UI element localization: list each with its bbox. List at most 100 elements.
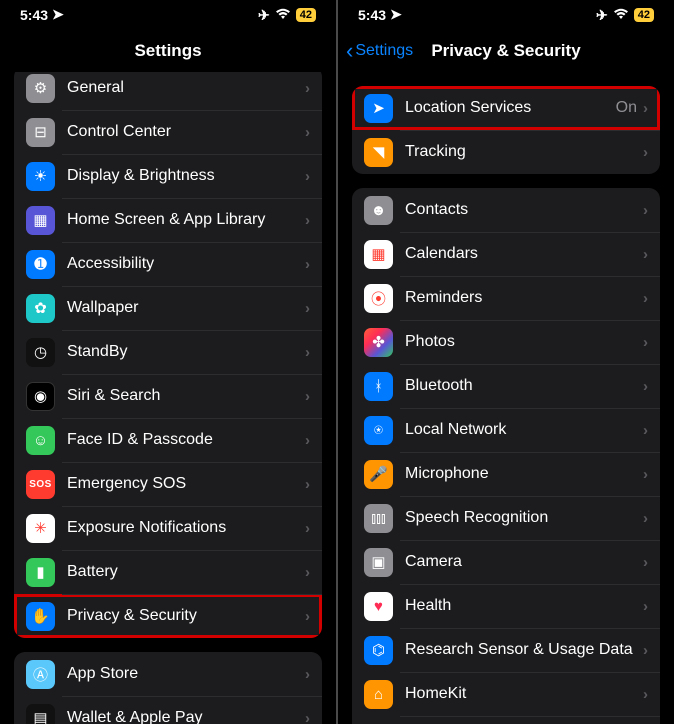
privacy-homekit[interactable]: ⌂ HomeKit› — [352, 672, 660, 716]
privacy-photos[interactable]: ✤Photos› — [352, 320, 660, 364]
sliders-icon: ⊟ — [26, 118, 55, 147]
bluetooth-icon: ᚼ — [364, 372, 393, 401]
nav-header: ‹ Settings Privacy & Security — [338, 30, 674, 72]
chevron-right-icon: › — [643, 378, 648, 395]
settings-app-store[interactable]: ⒶApp Store› — [14, 652, 322, 696]
battery-indicator: 42 — [634, 8, 654, 22]
settings-list[interactable]: ⚙General›⊟Control Center›☀Display & Brig… — [0, 72, 336, 724]
status-bar: 5:43 ➤ ✈ 42 — [0, 0, 336, 30]
back-button[interactable]: ‹ Settings — [346, 40, 413, 62]
row-label: Location Services — [405, 99, 616, 117]
chevron-right-icon: › — [305, 344, 310, 361]
row-label: Exposure Notifications — [67, 519, 305, 537]
privacy-local-network[interactable]: ⍟Local Network› — [352, 408, 660, 452]
page-title: Privacy & Security — [431, 41, 580, 61]
reminders-icon: ⦿ — [364, 284, 393, 313]
settings-emergency-sos[interactable]: SOSEmergency SOS› — [14, 462, 322, 506]
chevron-right-icon: › — [305, 710, 310, 724]
chevron-right-icon: › — [305, 564, 310, 581]
chevron-right-icon: › — [305, 388, 310, 405]
row-label: Siri & Search — [67, 387, 305, 405]
privacy-bluetooth[interactable]: ᚼBluetooth› — [352, 364, 660, 408]
privacy-speech-recognition[interactable]: ⫾⫾⫾ Speech Recognition› — [352, 496, 660, 540]
chevron-right-icon: › — [643, 686, 648, 703]
settings-group: ➤Location ServicesOn›◥Tracking› — [352, 86, 660, 174]
settings-wallet-apple-pay[interactable]: ▤ Wallet & Apple Pay› — [14, 696, 322, 724]
row-label: Health — [405, 597, 643, 615]
row-label: Calendars — [405, 245, 643, 263]
settings-accessibility[interactable]: ➊Accessibility› — [14, 242, 322, 286]
chevron-right-icon: › — [643, 334, 648, 351]
wifi-icon — [275, 7, 291, 23]
status-time: 5:43 — [20, 7, 48, 23]
home-icon: ⌂ — [364, 680, 393, 709]
privacy-contacts[interactable]: ☻Contacts› — [352, 188, 660, 232]
chevron-right-icon: › — [643, 290, 648, 307]
row-label: HomeKit — [405, 685, 643, 703]
chevron-right-icon: › — [643, 466, 648, 483]
row-label: Home Screen & App Library — [67, 211, 305, 229]
chevron-right-icon: › — [643, 100, 648, 117]
network-icon: ⍟ — [364, 416, 393, 445]
chevron-right-icon: › — [305, 80, 310, 97]
settings-battery[interactable]: ▮Battery› — [14, 550, 322, 594]
chevron-right-icon: › — [643, 510, 648, 527]
chevron-right-icon: › — [305, 168, 310, 185]
flower-icon: ✿ — [26, 294, 55, 323]
settings-exposure-notifications[interactable]: ✳Exposure Notifications› — [14, 506, 322, 550]
settings-group: ⚙General›⊟Control Center›☀Display & Brig… — [14, 72, 322, 638]
status-bar: 5:43 ➤ ✈ 42 — [338, 0, 674, 30]
settings-standby[interactable]: ◷StandBy› — [14, 330, 322, 374]
location-indicator-icon: ➤ — [390, 6, 402, 23]
sun-icon: ☀ — [26, 162, 55, 191]
chevron-right-icon: › — [305, 520, 310, 537]
grid-icon: ▦ — [26, 206, 55, 235]
settings-faceid-passcode[interactable]: ☺Face ID & Passcode› — [14, 418, 322, 462]
nav-header: Settings — [0, 30, 336, 72]
privacy-research-sensor[interactable]: ⌬Research Sensor & Usage Data› — [352, 628, 660, 672]
chevron-left-icon: ‹ — [346, 40, 353, 62]
sos-icon: SOS — [26, 470, 55, 499]
siri-icon: ◉ — [26, 382, 55, 411]
settings-control-center[interactable]: ⊟Control Center› — [14, 110, 322, 154]
settings-siri-search[interactable]: ◉ Siri & Search› — [14, 374, 322, 418]
settings-display-brightness[interactable]: ☀Display & Brightness› — [14, 154, 322, 198]
row-label: Wallpaper — [67, 299, 305, 317]
row-label: General — [67, 79, 305, 97]
privacy-location-services[interactable]: ➤Location ServicesOn› — [352, 86, 660, 130]
row-label: Emergency SOS — [67, 475, 305, 493]
privacy-tracking[interactable]: ◥Tracking› — [352, 130, 660, 174]
row-label: Contacts — [405, 201, 643, 219]
waveform-icon: ⫾⫾⫾ — [364, 504, 393, 533]
chevron-right-icon: › — [643, 246, 648, 263]
row-label: Accessibility — [67, 255, 305, 273]
privacy-microphone[interactable]: 🎤Microphone› — [352, 452, 660, 496]
row-label: Speech Recognition — [405, 509, 643, 527]
battery-indicator: 42 — [296, 8, 316, 22]
privacy-health[interactable]: ♥Health› — [352, 584, 660, 628]
settings-privacy-security[interactable]: ✋Privacy & Security› — [14, 594, 322, 638]
tracking-icon: ◥ — [364, 138, 393, 167]
hand-icon: ✋ — [26, 602, 55, 631]
chevron-right-icon: › — [305, 666, 310, 683]
wallet-icon: ▤ — [26, 704, 55, 724]
appstore-icon: Ⓐ — [26, 660, 55, 689]
chevron-right-icon: › — [305, 432, 310, 449]
settings-wallpaper[interactable]: ✿ Wallpaper› — [14, 286, 322, 330]
microphone-icon: 🎤 — [364, 460, 393, 489]
chevron-right-icon: › — [643, 642, 648, 659]
row-label: Wallet & Apple Pay — [67, 709, 305, 724]
privacy-reminders[interactable]: ⦿Reminders› — [352, 276, 660, 320]
row-label: Privacy & Security — [67, 607, 305, 625]
settings-general[interactable]: ⚙General› — [14, 72, 322, 110]
privacy-camera[interactable]: ▣Camera› — [352, 540, 660, 584]
row-label: Face ID & Passcode — [67, 431, 305, 449]
settings-group: ☻Contacts›▦Calendars›⦿Reminders›✤Photos›… — [352, 188, 660, 724]
privacy-list[interactable]: ➤Location ServicesOn›◥Tracking›☻Contacts… — [338, 72, 674, 724]
phone-left-settings: 5:43 ➤ ✈ 42 Settings ⚙General›⊟Control C… — [0, 0, 336, 724]
chevron-right-icon: › — [305, 300, 310, 317]
settings-home-screen[interactable]: ▦Home Screen & App Library› — [14, 198, 322, 242]
privacy-calendars[interactable]: ▦Calendars› — [352, 232, 660, 276]
row-detail: On — [616, 99, 637, 117]
privacy-media-apple-music[interactable]: ♪Media & Apple Music› — [352, 716, 660, 724]
